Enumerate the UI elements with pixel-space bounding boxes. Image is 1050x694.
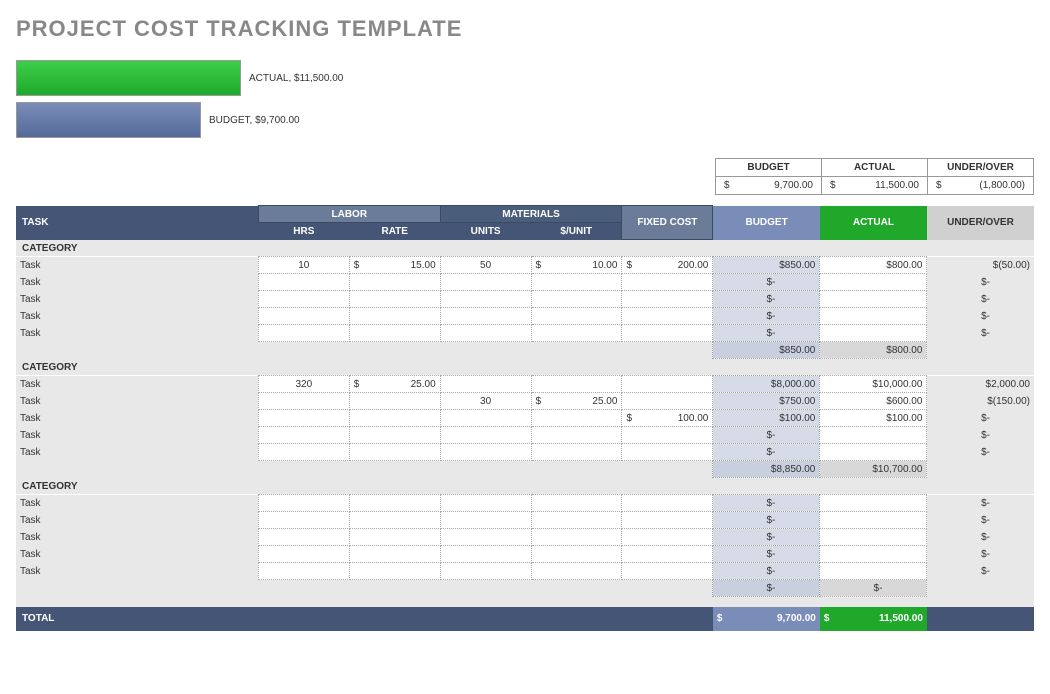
category-header: CATEGORY xyxy=(16,240,1034,257)
perunit-cell[interactable]: $10.00 xyxy=(531,257,622,274)
units-cell[interactable]: 30 xyxy=(440,393,531,410)
task-label: Task xyxy=(16,546,258,563)
task-label: Task xyxy=(16,427,258,444)
col-task: TASK xyxy=(16,206,258,240)
col-budget: BUDGET xyxy=(713,206,820,240)
subtotal-budget: $850.00 xyxy=(713,342,820,359)
chart-bar-budget xyxy=(16,102,201,138)
cost-table: TASK LABOR MATERIALS FIXED COST BUDGET A… xyxy=(16,205,1034,631)
category-header: CATEGORY xyxy=(16,478,1034,495)
task-label: Task xyxy=(16,563,258,580)
task-label: Task xyxy=(16,325,258,342)
col-hrs: HRS xyxy=(258,223,349,240)
col-fixed: FIXED COST xyxy=(622,206,713,240)
chart-label-actual: ACTUAL, $11,500.00 xyxy=(249,73,343,84)
rate-cell[interactable]: $15.00 xyxy=(349,257,440,274)
task-label: Task xyxy=(16,512,258,529)
summary-header-underover: UNDER/OVER xyxy=(928,159,1034,177)
hrs-cell[interactable]: 320 xyxy=(258,376,349,393)
perunit-cell[interactable]: $25.00 xyxy=(531,393,622,410)
summary-header-actual: ACTUAL xyxy=(822,159,928,177)
col-underover: UNDER/OVER xyxy=(927,206,1034,240)
total-label: TOTAL xyxy=(16,607,258,631)
actual-cell[interactable]: $800.00 xyxy=(820,257,927,274)
task-label: Task xyxy=(16,393,258,410)
subtotal-actual: $10,700.00 xyxy=(820,461,927,478)
col-perunit: $/UNIT xyxy=(531,223,622,240)
col-labor: LABOR xyxy=(258,206,440,223)
fixed-cell[interactable]: $100.00 xyxy=(622,410,713,427)
chart-bar-actual xyxy=(16,60,241,96)
col-materials: MATERIALS xyxy=(440,206,622,223)
task-label: Task xyxy=(16,291,258,308)
budget-cell: $850.00 xyxy=(713,257,820,274)
subtotal-budget: $8,850.00 xyxy=(713,461,820,478)
task-label: Task xyxy=(16,308,258,325)
summary-table: BUDGET ACTUAL UNDER/OVER $9,700.00 $11,5… xyxy=(715,158,1034,195)
total-actual: $11,500.00 xyxy=(820,607,927,631)
summary-underover: $(1,800.00) xyxy=(928,177,1034,195)
category-header: CATEGORY xyxy=(16,359,1034,376)
task-label: Task xyxy=(16,257,258,274)
subtotal-budget: $- xyxy=(713,580,820,597)
task-label: Task xyxy=(16,444,258,461)
task-label: Task xyxy=(16,274,258,291)
subtotal-actual: $800.00 xyxy=(820,342,927,359)
hrs-cell[interactable]: 10 xyxy=(258,257,349,274)
summary-budget: $9,700.00 xyxy=(716,177,822,195)
budget-chart: ACTUAL, $11,500.00 BUDGET, $9,700.00 xyxy=(16,60,1034,138)
summary-header-budget: BUDGET xyxy=(716,159,822,177)
col-actual: ACTUAL xyxy=(820,206,927,240)
page-title: PROJECT COST TRACKING TEMPLATE xyxy=(16,16,1034,42)
task-label: Task xyxy=(16,376,258,393)
rate-cell[interactable]: $25.00 xyxy=(349,376,440,393)
chart-label-budget: BUDGET, $9,700.00 xyxy=(209,115,300,126)
col-rate: RATE xyxy=(349,223,440,240)
underover-cell: $(50.00) xyxy=(927,257,1034,274)
task-label: Task xyxy=(16,529,258,546)
summary-actual: $11,500.00 xyxy=(822,177,928,195)
col-units: UNITS xyxy=(440,223,531,240)
task-label: Task xyxy=(16,495,258,512)
total-budget: $9,700.00 xyxy=(713,607,820,631)
subtotal-actual: $- xyxy=(820,580,927,597)
fixed-cell[interactable]: $200.00 xyxy=(622,257,713,274)
units-cell[interactable]: 50 xyxy=(440,257,531,274)
task-label: Task xyxy=(16,410,258,427)
